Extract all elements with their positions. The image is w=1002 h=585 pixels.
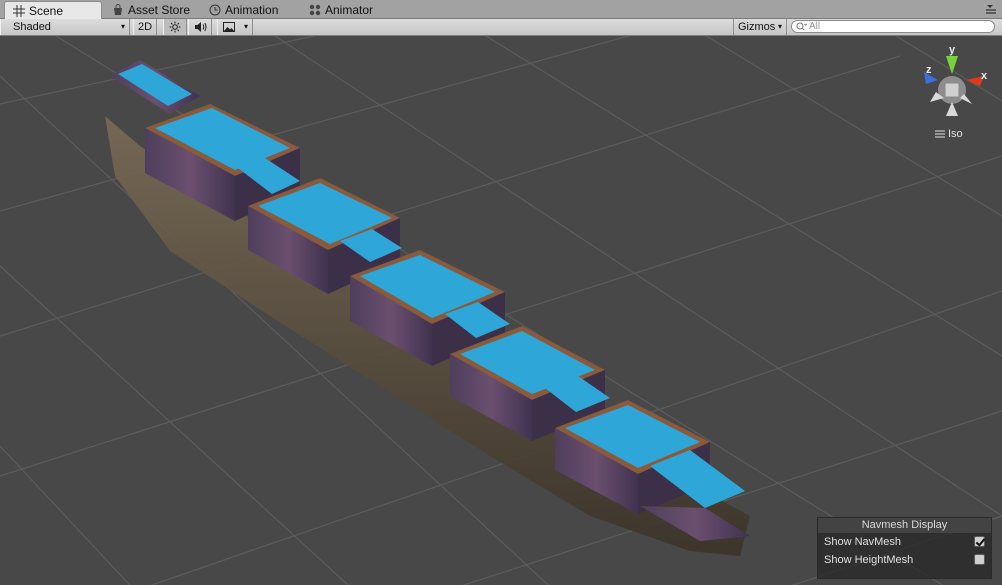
scene-search-input[interactable]: All [791,20,995,33]
projection-toggle[interactable]: Iso [935,128,963,140]
show-heightmesh-row[interactable]: Show HeightMesh [818,551,991,569]
dropdown-arrow-icon: ▾ [243,22,248,31]
tab-animator-label: Animator [325,2,374,17]
show-navmesh-row[interactable]: Show NavMesh [818,533,991,551]
nodes-icon [309,4,321,15]
search-placeholder: All [809,21,821,32]
grid-icon [13,4,25,17]
show-navmesh-label: Show NavMesh [824,536,902,548]
tab-animation[interactable]: Animation [201,1,288,18]
level-geometry [105,60,750,556]
menu-lines-icon [935,130,945,138]
navmesh-display-panel: Navmesh Display Show NavMesh Show Height… [817,517,992,579]
clock-icon [209,4,221,15]
speaker-icon [194,22,206,32]
bag-icon [114,3,122,15]
gizmo-axis-y-label: y [949,44,956,56]
search-icon [796,22,807,31]
editor-tab-bar: Scene Asset Store Animation Animator [0,0,1002,19]
dropdown-arrow-icon: ▾ [120,22,125,31]
tab-asset-store[interactable]: Asset Store [104,1,200,18]
audio-toggle-button[interactable] [188,19,212,35]
shading-mode-label: Shaded [13,21,51,33]
scene-toolbar: Shaded ▾ 2D ▾ Gizmos ▾ All [0,19,1002,36]
gizmos-label: Gizmos [738,21,776,33]
projection-label: Iso [948,128,963,140]
tab-scene[interactable]: Scene [4,1,102,19]
tab-animator[interactable]: Animator [301,1,383,18]
tab-asset-store-label: Asset Store [128,2,191,17]
show-navmesh-checkbox[interactable] [974,536,985,547]
panel-menu-icon[interactable] [984,3,998,15]
effects-dropdown[interactable]: ▾ [217,19,253,35]
lighting-toggle-button[interactable] [163,19,187,35]
orientation-gizmo[interactable] [924,56,984,116]
gizmo-axis-x-label: x [981,70,988,82]
tab-scene-label: Scene [29,3,64,18]
gizmo-axis-z-label: z [926,64,932,76]
navmesh-panel-title: Navmesh Display [818,518,991,533]
show-heightmesh-checkbox[interactable] [974,554,985,565]
tab-animation-label: Animation [225,2,279,17]
dropdown-arrow-icon: ▾ [777,22,782,31]
show-heightmesh-label: Show HeightMesh [824,554,914,566]
shading-mode-dropdown[interactable]: Shaded ▾ [0,19,130,35]
gizmos-dropdown[interactable]: Gizmos ▾ [733,19,787,35]
scene-render [0,36,1002,585]
scene-viewport[interactable]: y x z [0,36,1002,585]
sun-icon [169,21,181,33]
toggle-2d-button[interactable]: 2D [133,19,157,35]
toggle-2d-label: 2D [137,21,153,33]
image-icon [223,22,235,32]
